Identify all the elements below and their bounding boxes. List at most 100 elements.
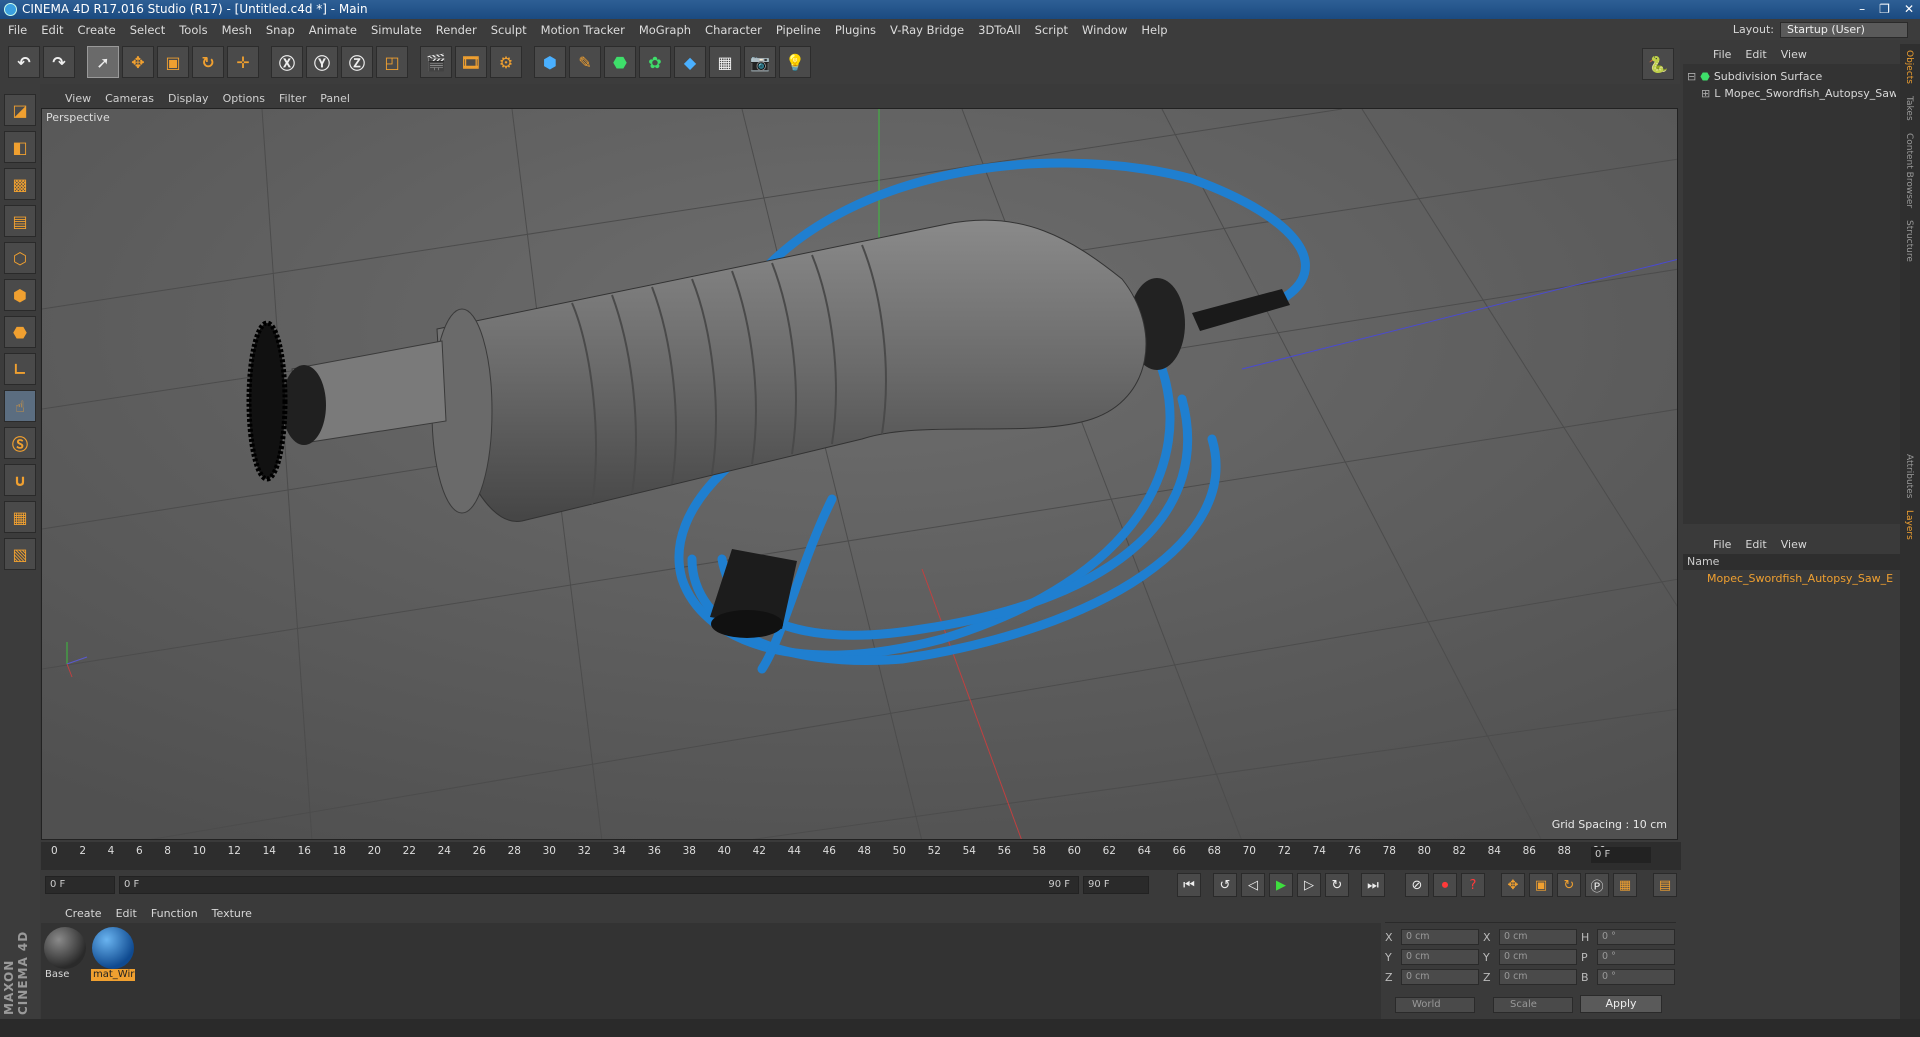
close-button[interactable]: ✕ (1904, 0, 1914, 19)
position-y-field[interactable]: 0 cm (1401, 949, 1479, 965)
layer-row[interactable]: Mopec_Swordfish_Autopsy_Saw_E (1683, 570, 1900, 587)
python-icon[interactable]: 🐍 (1642, 48, 1674, 80)
layer-menu-view[interactable]: View (1781, 538, 1807, 551)
live-select-icon[interactable]: ✛ (227, 46, 259, 78)
material-mat-wir[interactable]: mat_Wir (91, 927, 135, 983)
material-menu-texture[interactable]: Texture (212, 907, 252, 920)
next-key-icon[interactable]: ↻ (1325, 873, 1349, 897)
scale-icon[interactable]: ▣ (157, 46, 189, 78)
expand-icon[interactable]: ⊞ (1701, 87, 1710, 100)
size-x-field[interactable]: 0 cm (1499, 929, 1577, 945)
planar-workplane-icon[interactable]: ▧ (4, 538, 36, 570)
polygons-mode-icon[interactable]: ⬣ (4, 316, 36, 348)
menu-character[interactable]: Character (705, 23, 762, 37)
size-mode-dropdown[interactable]: Scale (1493, 997, 1573, 1013)
model-mode-icon[interactable]: ◧ (4, 131, 36, 163)
tab-layers[interactable]: Layers (1904, 504, 1914, 546)
play-icon[interactable]: ▶ (1269, 873, 1293, 897)
material-base[interactable]: Base (43, 927, 87, 983)
tab-structure[interactable]: Structure (1904, 214, 1914, 268)
autokey-icon[interactable]: ? (1461, 873, 1485, 897)
previous-key-icon[interactable]: ↺ (1213, 873, 1237, 897)
menu-file[interactable]: File (8, 23, 27, 37)
menu-sculpt[interactable]: Sculpt (491, 23, 527, 37)
menu-animate[interactable]: Animate (309, 23, 357, 37)
tab-takes[interactable]: Takes (1904, 90, 1914, 127)
menu-snap[interactable]: Snap (266, 23, 295, 37)
current-frame-field[interactable]: 0 F (1591, 847, 1651, 863)
select-arrow-icon[interactable]: ➚ (87, 46, 119, 78)
key-position-icon[interactable]: ✥ (1501, 873, 1525, 897)
tab-attributes[interactable]: Attributes (1904, 448, 1914, 504)
previous-frame-icon[interactable]: ◁ (1241, 873, 1265, 897)
key-scale-icon[interactable]: ▣ (1529, 873, 1553, 897)
texture-mode-icon[interactable]: ▩ (4, 168, 36, 200)
material-menu-create[interactable]: Create (65, 907, 102, 920)
size-z-field[interactable]: 0 cm (1499, 969, 1577, 985)
render-picture-viewer-icon[interactable]: 🎞 (455, 46, 487, 78)
menu-mesh[interactable]: Mesh (222, 23, 252, 37)
viewport-menu-view[interactable]: View (65, 92, 91, 105)
menu-simulate[interactable]: Simulate (371, 23, 422, 37)
workplane-icon[interactable]: ▤ (4, 205, 36, 237)
timeline-window-icon[interactable]: ▤ (1653, 873, 1677, 897)
points-mode-icon[interactable]: ⬡ (4, 242, 36, 274)
menu-motion-tracker[interactable]: Motion Tracker (541, 23, 625, 37)
rotation-h-field[interactable]: 0 ° (1597, 929, 1675, 945)
layer-menu-file[interactable]: File (1713, 538, 1731, 551)
menu-select[interactable]: Select (130, 23, 165, 37)
cube-icon[interactable]: ⬢ (534, 46, 566, 78)
redo-icon[interactable]: ↷ (43, 46, 75, 78)
tab-content-browser[interactable]: Content Browser (1904, 127, 1914, 214)
menu-pipeline[interactable]: Pipeline (776, 23, 821, 37)
menu-plugins[interactable]: Plugins (835, 23, 876, 37)
render-settings-icon[interactable]: ⚙ (490, 46, 522, 78)
material-menu-edit[interactable]: Edit (116, 907, 137, 920)
menu-vray-bridge[interactable]: V-Ray Bridge (890, 23, 964, 37)
pen-spline-icon[interactable]: ✎ (569, 46, 601, 78)
light-icon[interactable]: 💡 (779, 46, 811, 78)
key-rotation-icon[interactable]: ↻ (1557, 873, 1581, 897)
material-menu-function[interactable]: Function (151, 907, 198, 920)
lock-workplane-icon[interactable]: ▦ (4, 501, 36, 533)
y-axis-icon[interactable]: Ⓨ (306, 46, 338, 78)
object-menu-view[interactable]: View (1781, 48, 1807, 61)
start-frame-field[interactable]: 0 F (45, 876, 115, 894)
object-menu-file[interactable]: File (1713, 48, 1731, 61)
menu-help[interactable]: Help (1141, 23, 1167, 37)
size-y-field[interactable]: 0 cm (1499, 949, 1577, 965)
menu-edit[interactable]: Edit (41, 23, 63, 37)
magnet-snap-icon[interactable]: ∪ (4, 464, 36, 496)
x-axis-icon[interactable]: Ⓧ (271, 46, 303, 78)
go-to-end-icon[interactable]: ⏭ (1361, 873, 1385, 897)
viewport-menu-options[interactable]: Options (223, 92, 265, 105)
next-frame-icon[interactable]: ▷ (1297, 873, 1321, 897)
undo-icon[interactable]: ↶ (8, 46, 40, 78)
perspective-viewport[interactable]: Perspective Grid Spacing : 10 cm (41, 108, 1678, 840)
rotate-icon[interactable]: ↻ (192, 46, 224, 78)
render-view-icon[interactable]: 🎬 (420, 46, 452, 78)
viewport-menu-cameras[interactable]: Cameras (105, 92, 154, 105)
coordinate-space-dropdown[interactable]: World (1395, 997, 1475, 1013)
apply-button[interactable]: Apply (1580, 995, 1662, 1013)
rotation-b-field[interactable]: 0 ° (1597, 969, 1675, 985)
menu-tools[interactable]: Tools (179, 23, 207, 37)
maximize-button[interactable]: ❐ (1879, 0, 1890, 19)
edges-mode-icon[interactable]: ⬢ (4, 279, 36, 311)
tree-item-saw[interactable]: ⊞ L Mopec_Swordfish_Autopsy_Saw_ (1687, 85, 1896, 102)
tweak-mode-icon[interactable]: ☝ (4, 390, 36, 422)
rotation-p-field[interactable]: 0 ° (1597, 949, 1675, 965)
end-frame-field[interactable]: 90 F (1083, 876, 1149, 894)
camera-icon[interactable]: 📷 (744, 46, 776, 78)
axis-mode-icon[interactable]: ∟ (4, 353, 36, 385)
menu-create[interactable]: Create (78, 23, 116, 37)
menu-window[interactable]: Window (1082, 23, 1127, 37)
go-to-start-icon[interactable]: ⏮ (1177, 873, 1201, 897)
menu-render[interactable]: Render (436, 23, 477, 37)
key-pla-icon[interactable]: ▦ (1613, 873, 1637, 897)
layout-dropdown[interactable]: Startup (User) (1780, 21, 1908, 38)
frame-range-slider[interactable]: 0 F 90 F (119, 876, 1079, 894)
solo-icon[interactable]: Ⓢ (4, 427, 36, 459)
make-editable-icon[interactable]: ◪ (4, 94, 36, 126)
tab-objects[interactable]: Objects (1904, 44, 1914, 90)
